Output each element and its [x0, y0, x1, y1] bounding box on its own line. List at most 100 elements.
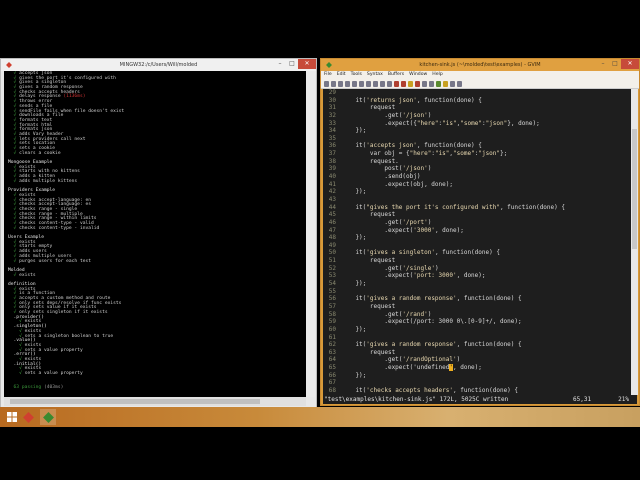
code-text: .send(obj): [341, 173, 421, 181]
save-session-icon[interactable]: [415, 81, 420, 87]
line-number: 44: [328, 203, 336, 211]
line-number: 46: [328, 218, 336, 226]
code-line: 30 it('returns json', function(done) {: [323, 97, 631, 105]
gvim-window[interactable]: kitchen-sink.js (~\molded\test\examples)…: [320, 58, 640, 406]
code-text: request: [341, 211, 396, 219]
scroll-thumb[interactable]: [10, 399, 260, 404]
code-text: request: [341, 302, 396, 310]
line-number: 36: [328, 142, 336, 150]
open-icon[interactable]: [324, 81, 329, 87]
cut-icon[interactable]: [366, 81, 371, 87]
line-number: 52: [328, 264, 336, 272]
scroll-thumb[interactable]: [632, 129, 637, 249]
code-text: });: [341, 325, 367, 333]
code-text: .expect(obj, done);: [341, 180, 453, 188]
menu-file[interactable]: File: [324, 71, 332, 79]
terminal-output[interactable]: √ accepts json √ gives the port it's con…: [4, 71, 306, 397]
find-prev-icon[interactable]: [401, 81, 406, 87]
save-icon[interactable]: [331, 81, 336, 87]
vertical-scrollbar[interactable]: [631, 89, 638, 395]
load-session-icon[interactable]: [408, 81, 413, 87]
menu-edit[interactable]: Edit: [337, 71, 346, 79]
code-line: 53 .expect('port: 3000', done);: [323, 272, 631, 280]
menu-help[interactable]: Help: [432, 71, 442, 79]
code-text: .expect(/port: 3000 0\.[0-9]+/, done);: [341, 318, 522, 326]
close-button[interactable]: ✕: [621, 59, 639, 69]
line-number: 34: [328, 127, 336, 135]
code-text: it('gives a singleton', function(done) {: [341, 249, 500, 257]
code-line: 58 .get('/rand'): [323, 311, 631, 319]
save-all-icon[interactable]: [338, 81, 343, 87]
find-icon[interactable]: [387, 81, 392, 87]
cursor-position: 65,31: [573, 396, 592, 403]
maximize-button[interactable]: □: [609, 59, 621, 69]
code-text: var obj = {"here":"is","some":"json"};: [341, 150, 508, 158]
code-line: 63 request: [323, 349, 631, 357]
code-line: 39 post('/json'): [323, 165, 631, 173]
test-name: sets a value property: [21, 371, 83, 376]
code-text: });: [341, 280, 367, 288]
code-line: 32 .get('/json'): [323, 112, 631, 120]
close-button[interactable]: ✕: [298, 59, 316, 69]
tags-icon[interactable]: [443, 81, 448, 87]
vertical-scrollbar[interactable]: [306, 71, 315, 397]
menu-buffers[interactable]: Buffers: [388, 71, 404, 79]
minimize-button[interactable]: –: [274, 59, 286, 69]
code-text: it('gives a random response', function(d…: [341, 341, 522, 349]
taskbar-git-bash[interactable]: [20, 409, 36, 425]
code-line: 67: [323, 379, 631, 387]
code-text: it('checks accepts headers', function(do…: [341, 386, 519, 394]
code-text: .expect({"here":"is","some":"json"}, don…: [341, 119, 540, 127]
code-line: 52 .get('/single'): [323, 265, 631, 273]
find-next-icon[interactable]: [394, 81, 399, 87]
menu-window[interactable]: Window: [409, 71, 427, 79]
line-number: 66: [328, 371, 336, 379]
code-text: it('accepts json', function(done) {: [341, 142, 482, 150]
undo-icon[interactable]: [352, 81, 357, 87]
gvim-titlebar[interactable]: kitchen-sink.js (~\molded\test\examples)…: [321, 59, 639, 71]
line-number: 60: [328, 325, 336, 333]
terminal-titlebar[interactable]: MINGW32:/c/Users/Will/molded – □ ✕: [1, 59, 316, 71]
toolbar: [321, 79, 639, 89]
help-icon[interactable]: [450, 81, 455, 87]
git-icon: [6, 62, 12, 68]
code-text: .get('/rand'): [341, 310, 432, 318]
vim-icon: [42, 411, 54, 423]
gvim-title: kitchen-sink.js (~\molded\test\examples)…: [419, 62, 541, 68]
line-number: 41: [328, 180, 336, 188]
line-number: 48: [328, 234, 336, 242]
redo-icon[interactable]: [359, 81, 364, 87]
code-text: });: [341, 371, 367, 379]
code-line: 29: [323, 89, 631, 97]
line-number: 64: [328, 356, 336, 364]
code-line: 56 it('gives a random response', functio…: [323, 295, 631, 303]
menu-syntax[interactable]: Syntax: [367, 71, 383, 79]
shell-icon[interactable]: [436, 81, 441, 87]
line-number: 40: [328, 173, 336, 181]
print-icon[interactable]: [345, 81, 350, 87]
taskbar-gvim[interactable]: [40, 409, 56, 425]
status-message: "test\examples\kitchen-sink.js" 172L, 50…: [324, 396, 509, 403]
run-script-icon[interactable]: [422, 81, 427, 87]
line-number: 54: [328, 280, 336, 288]
line-number: 49: [328, 241, 336, 249]
copy-icon[interactable]: [373, 81, 378, 87]
make-icon[interactable]: [429, 81, 434, 87]
terminal-window[interactable]: MINGW32:/c/Users/Will/molded – □ ✕ √ acc…: [0, 58, 317, 408]
total-duration: (403ms): [43, 385, 64, 391]
code-editor[interactable]: 29 30 it('returns json', function(done) {…: [323, 89, 631, 395]
code-line: 59 .expect(/port: 3000 0\.[0-9]+/, done)…: [323, 318, 631, 326]
code-line: 54 });: [323, 280, 631, 288]
code-line: 68 it('checks accepts headers', function…: [323, 387, 631, 395]
start-button[interactable]: [4, 409, 20, 425]
minimize-button[interactable]: –: [597, 59, 609, 69]
find-help-icon[interactable]: [457, 81, 462, 87]
horizontal-scrollbar[interactable]: [4, 397, 306, 406]
paste-icon[interactable]: [380, 81, 385, 87]
line-number: 59: [328, 318, 336, 326]
vim-icon: [326, 62, 332, 68]
menu-tools[interactable]: Tools: [351, 71, 362, 79]
code-line: 44 it("gives the port it's configured wi…: [323, 204, 631, 212]
code-line: 43: [323, 196, 631, 204]
maximize-button[interactable]: □: [286, 59, 298, 69]
